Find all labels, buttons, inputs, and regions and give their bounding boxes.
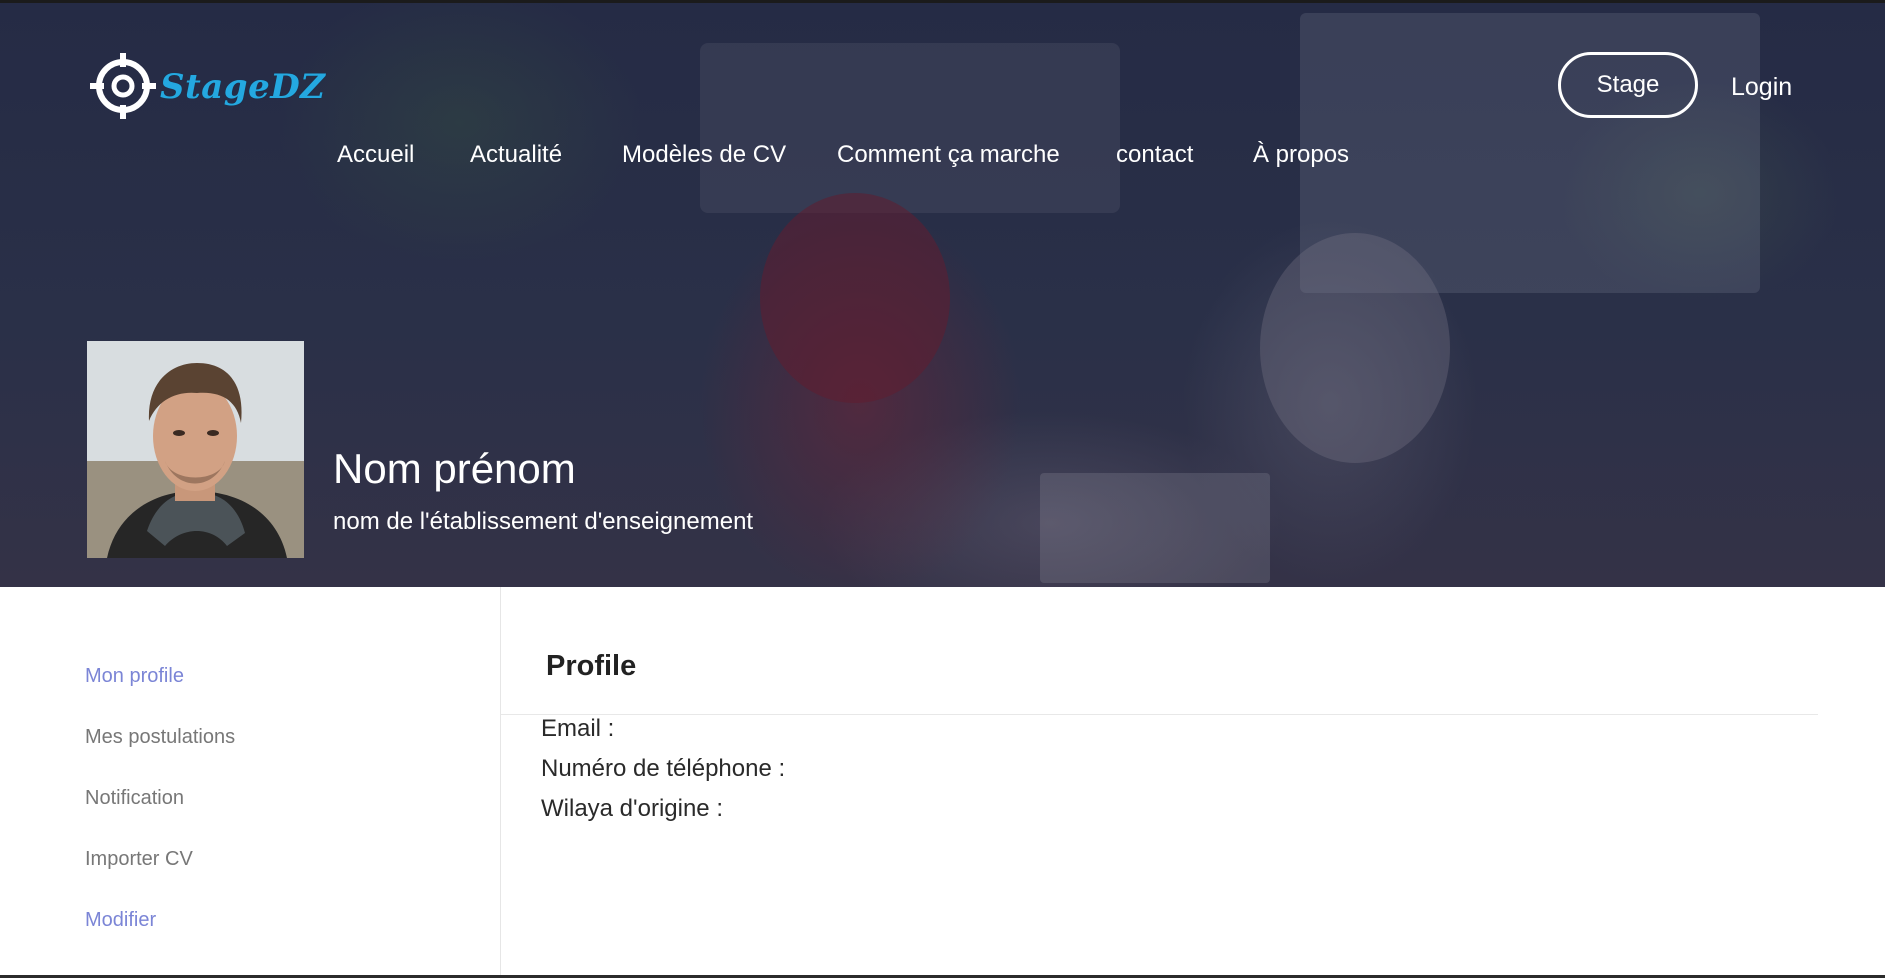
- nav-a-propos[interactable]: À propos: [1253, 141, 1349, 169]
- site-logo[interactable]: StageDZ: [88, 51, 326, 121]
- nav-modeles-cv[interactable]: Modèles de CV: [622, 141, 786, 169]
- sidebar-item-modifier[interactable]: Modifier: [85, 909, 156, 932]
- email-field-label: Email :: [541, 715, 615, 742]
- nav-contact[interactable]: contact: [1116, 141, 1193, 169]
- sidebar-item-mon-profile[interactable]: Mon profile: [85, 665, 184, 688]
- sidebar-item-mes-postulations[interactable]: Mes postulations: [85, 726, 235, 749]
- hero-background-paper: [1040, 473, 1270, 583]
- sidebar-item-notification[interactable]: Notification: [85, 787, 184, 810]
- phone-field-label: Numéro de téléphone :: [541, 755, 786, 782]
- avatar: [87, 341, 304, 558]
- profile-card-title: Profile: [546, 650, 637, 682]
- profile-name: Nom prénom: [333, 445, 576, 492]
- profile-main: Profile Email : Numéro de téléphone : Wi…: [501, 587, 1885, 978]
- hero-banner: StageDZ Stage Login Accueil Actualité Mo…: [0, 3, 1885, 587]
- sidebar-item-importer-cv[interactable]: Importer CV: [85, 848, 193, 871]
- nav-accueil[interactable]: Accueil: [337, 141, 414, 169]
- profile-divider: [501, 714, 1818, 715]
- hero-background-person-right: [1260, 233, 1450, 463]
- logo-text: StageDZ: [160, 67, 326, 107]
- hero-background-person-left: [760, 193, 950, 403]
- nav-actualite[interactable]: Actualité: [470, 141, 562, 169]
- avatar-photo: [87, 341, 304, 558]
- profile-institution: nom de l'établissement d'enseignement: [333, 508, 754, 535]
- wilaya-field-label: Wilaya d'origine :: [541, 795, 723, 822]
- login-link[interactable]: Login: [1731, 73, 1792, 102]
- crosshair-target-icon: [90, 53, 156, 119]
- nav-comment-ca-marche[interactable]: Comment ça marche: [837, 141, 1060, 169]
- profile-sidebar: Mon profile Mes postulations Notificatio…: [0, 587, 501, 978]
- hero-background-desk: [700, 43, 1120, 213]
- stage-button[interactable]: Stage: [1558, 52, 1698, 118]
